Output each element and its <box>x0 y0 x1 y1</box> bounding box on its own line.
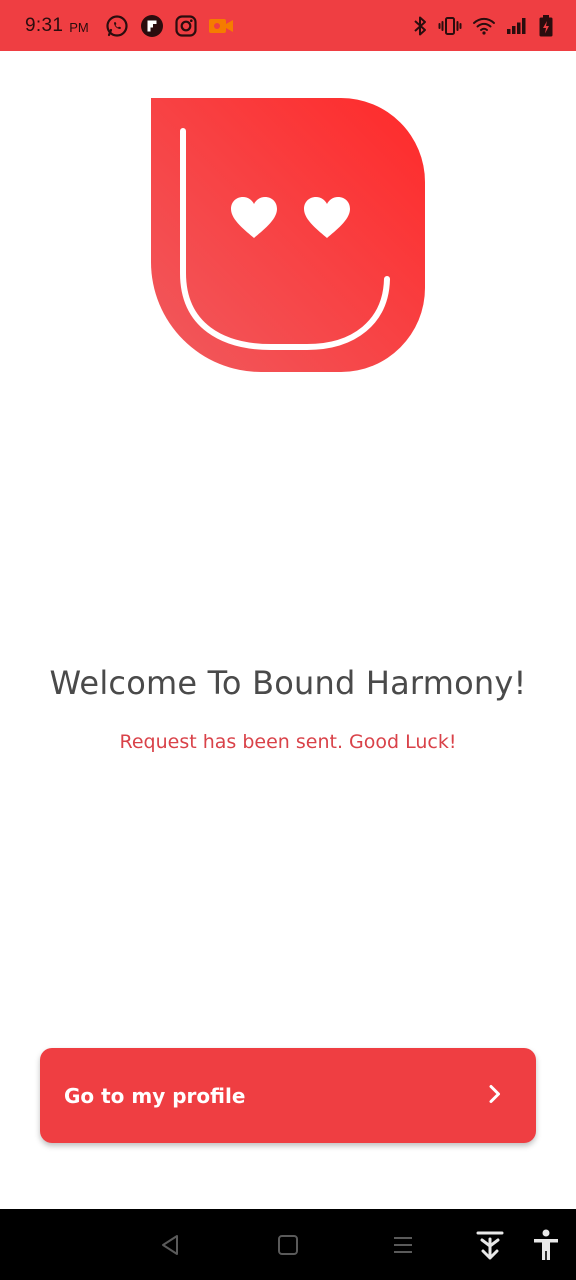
vibrate-icon <box>438 15 462 37</box>
welcome-title: Welcome To Bound Harmony! <box>49 664 527 702</box>
instagram-icon <box>175 14 197 37</box>
chevron-right-icon <box>488 1084 502 1108</box>
download-icon[interactable] <box>470 1209 510 1280</box>
request-sent-message: Request has been sent. Good Luck! <box>119 731 457 753</box>
go-to-profile-button[interactable]: Go to my profile <box>40 1048 536 1143</box>
video-recorder-icon <box>208 17 234 35</box>
status-time: 9:31 <box>25 14 64 36</box>
smiley-heart-eyes-logo <box>151 98 425 372</box>
signal-icon <box>506 16 528 36</box>
screen: 9:31 PM Welcome To Bound Harmony! Reques… <box>0 0 576 1280</box>
notification-icons <box>105 14 234 38</box>
back-icon[interactable] <box>150 1209 190 1280</box>
home-icon[interactable] <box>268 1209 308 1280</box>
wifi-icon <box>472 16 496 36</box>
whatsapp-icon <box>105 14 129 38</box>
recents-icon[interactable] <box>383 1209 423 1280</box>
status-bar: 9:31 PM <box>0 0 576 51</box>
bluetooth-icon <box>412 15 428 37</box>
navigation-bar <box>0 1209 576 1280</box>
flipboard-icon <box>140 14 164 38</box>
system-status-icons <box>412 14 554 38</box>
battery-charging-icon <box>538 14 554 38</box>
status-ampm: PM <box>69 19 89 35</box>
profile-button-label: Go to my profile <box>64 1083 246 1108</box>
accessibility-icon[interactable] <box>526 1209 566 1280</box>
